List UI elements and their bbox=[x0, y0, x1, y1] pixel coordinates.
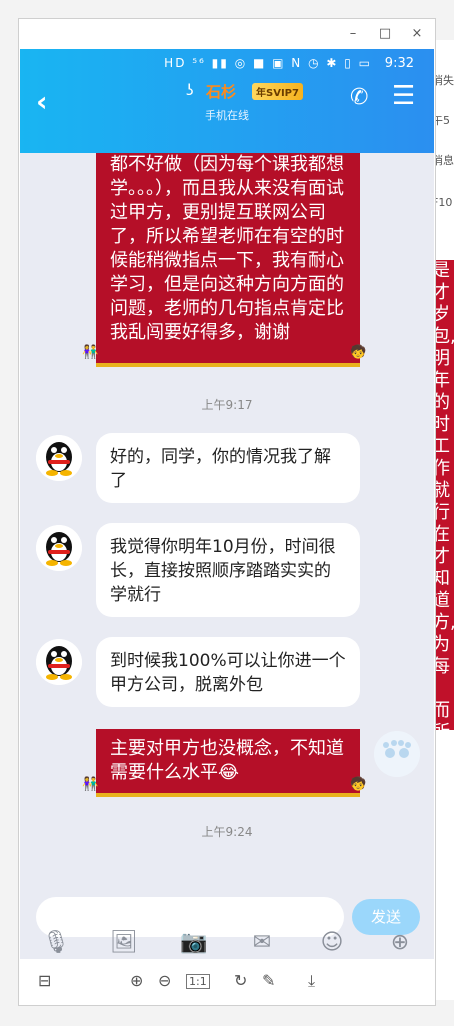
maximize-button[interactable]: □ bbox=[375, 25, 395, 43]
avatar[interactable] bbox=[36, 525, 82, 571]
bubble-deco-icon: 👫 bbox=[82, 345, 99, 360]
message-bubble-received: 我觉得你明年10月份，时间很长，直接按照顺序踏踏实实的学就行 bbox=[96, 523, 360, 617]
close-button[interactable]: × bbox=[407, 25, 427, 43]
message-bubble-received: 到时候我100%可以让你进一个甲方公司，脱离外包 bbox=[96, 637, 360, 707]
presence-status: 手机在线 bbox=[205, 109, 249, 122]
phone-icon[interactable]: ✆ bbox=[350, 85, 368, 110]
rotate-icon[interactable]: ↻ bbox=[234, 971, 247, 990]
emoji-icon[interactable]: ☺ bbox=[318, 929, 346, 957]
penguin-icon bbox=[36, 525, 82, 571]
actual-size-button[interactable]: 1:1 bbox=[186, 974, 210, 989]
penguin-icon bbox=[36, 639, 82, 685]
status-time: 9:32 bbox=[384, 56, 414, 71]
red-packet-icon[interactable]: ✉ bbox=[248, 929, 276, 957]
zoom-out-icon[interactable]: ⊖ bbox=[158, 971, 171, 990]
viewer-toolbar: ⊟ ⊕ ⊖ 1:1 ↻ ✎ ⤓ bbox=[20, 961, 434, 1005]
message-list: 都不好做（因为每个课我都想学。。。），而且我从来没有面试过甲方，更别提互联网公司… bbox=[20, 153, 434, 889]
paw-avatar-icon bbox=[374, 731, 420, 777]
avatar[interactable] bbox=[36, 435, 82, 481]
bubble-deco-icon: 🧒 bbox=[350, 345, 367, 360]
chat-header: ‹ ʖ 石杉 年SVIP7 手机在线 ✆ ☰ bbox=[20, 77, 434, 153]
input-tools: 🎙 🖼 📷 ✉ ☺ ⊕ bbox=[20, 929, 434, 959]
menu-icon[interactable]: ☰ bbox=[392, 81, 415, 111]
message-bubble-received: 好的，同学，你的情况我了解了 bbox=[96, 433, 360, 503]
phone-screenshot: HD ⁵⁶ ▮▮ ◎ ■ ▣ N ◷ ✱ ▯ ▭ 9:32 ‹ ʖ 石杉 年SV… bbox=[20, 49, 434, 959]
image-viewer-window: – □ × HD ⁵⁶ ▮▮ ◎ ■ ▣ N ◷ ✱ ▯ ▭ 9:32 ‹ ʖ … bbox=[18, 18, 436, 1006]
vip-badge: 年SVIP7 bbox=[252, 83, 303, 100]
layout-icon[interactable]: ⊟ bbox=[38, 971, 51, 990]
message-bubble-sent: 都不好做（因为每个课我都想学。。。），而且我从来没有面试过甲方，更别提互联网公司… bbox=[96, 153, 360, 367]
bubble-deco-icon: 🧒 bbox=[350, 777, 367, 792]
minimize-button[interactable]: – bbox=[343, 25, 363, 43]
timestamp: 上午9:17 bbox=[201, 398, 253, 412]
ear-icon: ʖ bbox=[186, 81, 194, 99]
zoom-in-icon[interactable]: ⊕ bbox=[130, 971, 143, 990]
avatar[interactable] bbox=[374, 731, 420, 777]
status-bar: HD ⁵⁶ ▮▮ ◎ ■ ▣ N ◷ ✱ ▯ ▭ 9:32 bbox=[20, 49, 434, 77]
image-icon[interactable]: 🖼 bbox=[110, 929, 138, 957]
contact-name: 石杉 bbox=[206, 83, 237, 101]
edit-icon[interactable]: ✎ bbox=[262, 971, 275, 990]
message-bubble-sent: 主要对甲方也没概念，不知道需要什么水平😂 bbox=[96, 729, 360, 797]
title-bar: – □ × bbox=[19, 19, 435, 49]
microphone-icon[interactable]: 🎙 bbox=[42, 929, 70, 957]
status-icons: HD ⁵⁶ ▮▮ ◎ ■ ▣ N ◷ ✱ ▯ ▭ bbox=[164, 56, 372, 70]
avatar[interactable] bbox=[36, 639, 82, 685]
timestamp: 上午9:24 bbox=[201, 825, 253, 839]
bubble-deco-icon: 👫 bbox=[82, 777, 99, 792]
camera-icon[interactable]: 📷 bbox=[180, 929, 208, 957]
penguin-icon bbox=[36, 435, 82, 481]
plus-icon[interactable]: ⊕ bbox=[386, 929, 414, 957]
download-icon[interactable]: ⤓ bbox=[308, 971, 315, 991]
